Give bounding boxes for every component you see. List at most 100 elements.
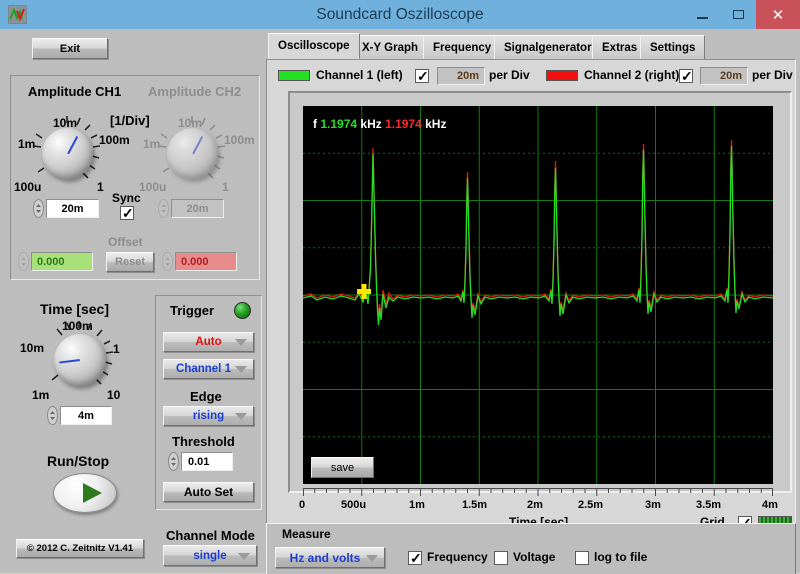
measure-title: Measure: [282, 527, 331, 541]
xtick-0: 0: [299, 499, 306, 511]
ch2-div-value[interactable]: 20m: [700, 67, 748, 85]
window-title: Soundcard Oszilloscope: [316, 6, 484, 23]
amplitude-unit-label: [1/Div]: [110, 113, 150, 128]
ch1-color-swatch: [278, 70, 310, 81]
check-icon: ✓: [410, 550, 422, 566]
voltage-checkbox[interactable]: [494, 551, 508, 565]
title-bar: Soundcard Oszilloscope ✕: [0, 0, 800, 29]
tab-frequency-label: Frequency: [433, 41, 492, 54]
minimize-button[interactable]: [684, 0, 720, 29]
offset-reset-button[interactable]: Reset: [106, 252, 154, 272]
trigger-mode-value: Auto: [195, 336, 222, 348]
chevron-down-icon: [235, 366, 247, 373]
frequency-readout: f 1.1974 kHz 1.1974 kHz: [313, 117, 446, 131]
exit-button[interactable]: Exit: [32, 38, 108, 59]
offset-reset-label: Reset: [115, 256, 145, 268]
tab-extras[interactable]: Extras: [592, 35, 648, 59]
logfile-checkbox[interactable]: [575, 551, 589, 565]
ch1-enable-checkbox[interactable]: ✓: [415, 69, 429, 83]
trigger-source-value: Channel 1: [176, 363, 231, 375]
measure-mode-dropdown[interactable]: Hz and volts: [275, 547, 385, 568]
ch2-bar-label: Channel 2 (right): [584, 68, 680, 82]
check-icon: ✓: [417, 68, 429, 84]
auto-set-button[interactable]: Auto Set: [163, 482, 254, 502]
run-stop-label: Run/Stop: [47, 453, 110, 469]
tab-frequency[interactable]: Frequency: [423, 35, 502, 59]
chevron-down-icon: [238, 552, 250, 560]
ch2-knob-pointer: [191, 135, 203, 154]
save-button[interactable]: save: [311, 457, 374, 478]
ch1-offset-value[interactable]: 0.000: [31, 252, 93, 271]
trigger-led-icon: [234, 302, 251, 319]
amplitude-ch2-knob[interactable]: [167, 128, 218, 179]
amplitude-ch1-knob[interactable]: [42, 128, 93, 179]
chevron-down-icon: [235, 413, 247, 420]
ch2-color-swatch: [546, 70, 578, 81]
frequency-label: Frequency: [427, 550, 488, 564]
ch2-enable-checkbox[interactable]: ✓: [679, 69, 693, 83]
copyright-button[interactable]: © 2012 C. Zeitnitz V1.41: [16, 539, 144, 558]
ch2-offset-value[interactable]: 0.000: [175, 252, 237, 271]
play-icon: [83, 483, 102, 503]
ch1-amplitude-spinner[interactable]: [33, 199, 44, 218]
channel-mode-dropdown[interactable]: single: [163, 545, 257, 566]
time-knob-pointer: [59, 359, 81, 364]
freq-prefix: f: [313, 117, 317, 131]
ch2-frequency-unit: kHz: [425, 117, 447, 131]
tab-settings-label: Settings: [650, 41, 696, 54]
time-spinner[interactable]: [47, 406, 58, 425]
maximize-button[interactable]: [720, 0, 756, 29]
tab-xy-graph[interactable]: X-Y Graph: [352, 35, 429, 59]
x-axis-ruler: [303, 488, 773, 496]
ch1-bar-label: Channel 1 (left): [316, 68, 403, 82]
run-stop-button[interactable]: [53, 473, 117, 513]
copyright-text: © 2012 C. Zeitnitz V1.41: [26, 543, 134, 554]
ch1-perdiv-label: per Div: [489, 68, 530, 82]
frequency-checkbox[interactable]: ✓: [408, 551, 422, 565]
amplitude-ch1-title: Amplitude CH1: [28, 84, 122, 99]
measure-mode-value: Hz and volts: [289, 550, 361, 565]
close-icon: ✕: [771, 6, 785, 24]
xtick-1p5m: 1.5m: [462, 499, 488, 511]
chevron-down-icon: [366, 554, 378, 562]
ch2-amplitude-spinner[interactable]: [158, 199, 169, 218]
xtick-2p5m: 2.5m: [578, 499, 604, 511]
minimize-icon: [696, 17, 708, 19]
ch2-amplitude-value[interactable]: 20m: [171, 199, 224, 218]
ch1-offset-spinner[interactable]: [18, 252, 29, 271]
ch2-perdiv-label: per Div: [752, 68, 793, 82]
tab-oscilloscope-label: Oscilloscope: [278, 40, 350, 52]
ch1-div-value[interactable]: 20m: [437, 67, 485, 85]
threshold-value[interactable]: 0.01: [181, 452, 233, 471]
threshold-spinner[interactable]: [168, 452, 179, 471]
close-button[interactable]: ✕: [756, 0, 800, 29]
time-value[interactable]: 4m: [60, 406, 112, 425]
channel-mode-value: single: [193, 549, 227, 562]
tab-extras-label: Extras: [602, 41, 638, 54]
tab-signalgenerator-label: Signalgenerator: [504, 41, 592, 54]
check-icon: ✓: [681, 68, 693, 84]
amplitude-ch2-title: Amplitude CH2: [148, 84, 242, 99]
tab-signalgenerator[interactable]: Signalgenerator: [494, 35, 602, 59]
xtick-3m: 3m: [645, 499, 661, 511]
ch1-knob-pointer: [66, 135, 78, 154]
ch1-amplitude-value[interactable]: 20m: [46, 199, 99, 218]
application-window: Soundcard Oszilloscope ✕ Exit Amplitude …: [0, 0, 800, 574]
window-controls: ✕: [684, 0, 800, 29]
trigger-source-dropdown[interactable]: Channel 1: [163, 359, 254, 379]
channel-mode-label: Channel Mode: [166, 528, 255, 543]
trigger-mode-dropdown[interactable]: Auto: [163, 332, 254, 352]
trigger-edge-label: Edge: [190, 389, 222, 404]
sync-label: Sync: [112, 191, 141, 205]
time-title: Time [sec]: [40, 301, 109, 317]
tab-settings[interactable]: Settings: [640, 35, 706, 59]
time-knob[interactable]: [54, 334, 106, 386]
sync-checkbox[interactable]: ✓: [120, 206, 134, 220]
scope-plot[interactable]: f 1.1974 kHz 1.1974 kHz save: [303, 106, 773, 484]
xtick-500u: 500u: [341, 499, 367, 511]
ch2-offset-spinner[interactable]: [162, 252, 173, 271]
trigger-edge-dropdown[interactable]: rising: [163, 406, 254, 426]
tab-oscilloscope[interactable]: Oscilloscope: [268, 33, 360, 59]
ch2-frequency-value: 1.1974: [385, 117, 422, 131]
ch1-frequency-value: 1.1974: [320, 117, 358, 131]
